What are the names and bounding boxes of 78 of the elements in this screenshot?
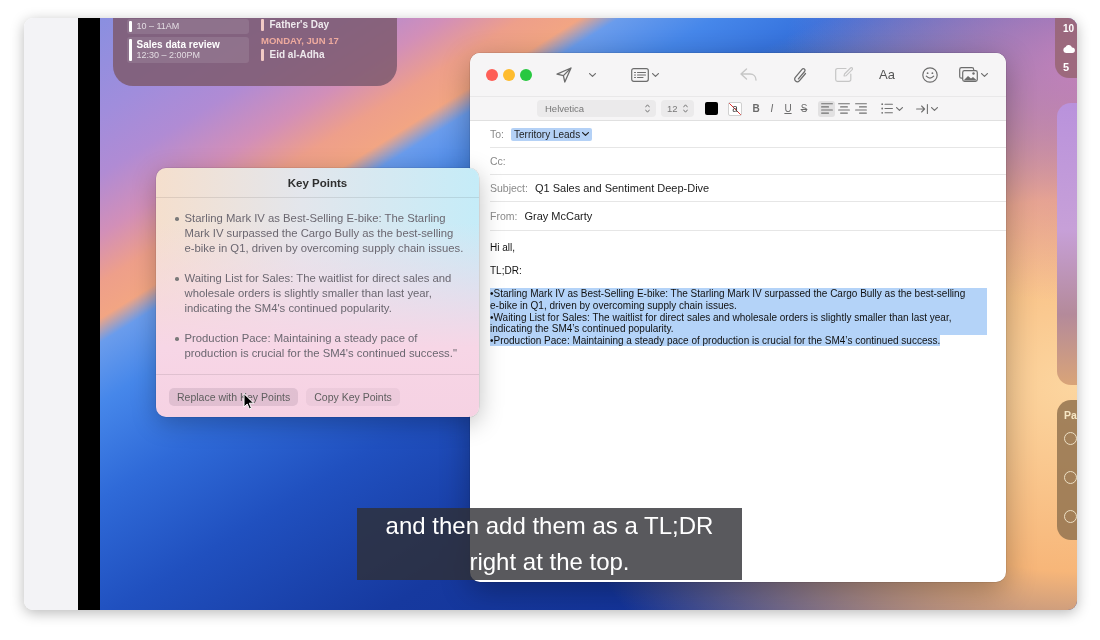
chevron-down-icon (652, 72, 659, 77)
photo-browser-button[interactable] (958, 67, 988, 82)
holiday-title: Father's Day (269, 19, 330, 31)
italic-button[interactable]: I (767, 101, 777, 116)
bold-button[interactable]: B (751, 101, 761, 116)
paper-plane-icon (556, 66, 572, 83)
event-time: 10 – 11AM (136, 21, 180, 32)
close-button[interactable] (486, 68, 498, 81)
holiday-title: Eid al-Adha (269, 49, 325, 61)
reply-arrow-icon (740, 68, 757, 81)
date-heading: MONDAY, JUN 17 (261, 35, 339, 46)
indent-arrow-icon (916, 103, 928, 114)
key-point-text: Production Pace: Maintaining a steady pace of production is crucial for the SM4's continued success." (184, 331, 458, 361)
event-title: Sales data review (136, 39, 220, 50)
body-paragraph: •Waiting List for Sales: The waitlist for direct sales and wholesale orders is slightly smaller than last year, indicating the SM4’s continued popularity. (490, 311, 987, 335)
bullet-icon (175, 337, 179, 341)
font-select[interactable]: Helvetica (537, 100, 656, 117)
align-left-icon (820, 103, 833, 114)
chevron-down-icon (931, 106, 938, 111)
chevron-down-icon (589, 72, 596, 77)
event-marker-icon (261, 49, 264, 61)
bulleted-list-icon (881, 103, 893, 114)
bullet-icon (175, 217, 179, 221)
paperclip-icon (793, 65, 807, 84)
body-paragraph: Hi all, (490, 242, 515, 253)
send-options-button[interactable] (589, 72, 596, 77)
event-time: 12:30 – 2:00PM (136, 50, 201, 61)
cloud-icon (1063, 45, 1075, 53)
list-style-button[interactable] (881, 103, 903, 114)
event-marker-icon (129, 39, 132, 61)
key-point-text: Starling Mark IV as Best-Selling E-bike: The Starling Mark IV surpassed the Cargo Bully as the best-selling e-bike in Q1, driven by overcoming supply chain issues. (184, 211, 465, 256)
send-button[interactable] (556, 66, 572, 83)
align-right-button[interactable] (852, 100, 869, 117)
body-paragraph: TL;DR: (490, 265, 522, 277)
align-left-button[interactable] (818, 100, 835, 117)
body-paragraph: •Production Pace: Maintaining a steady pace of production is crucial for the SM4’s continued success. (490, 334, 941, 346)
strikethrough-button[interactable]: S (799, 101, 809, 116)
event-marker-icon (261, 19, 264, 31)
widget-title: Pa (1064, 408, 1077, 422)
font-size-select[interactable]: 12 (661, 100, 694, 117)
field-label: From: (490, 209, 518, 223)
field-label: Cc: (490, 154, 506, 168)
card-lines-icon (631, 67, 649, 82)
emoji-button[interactable] (921, 66, 938, 83)
minimize-button[interactable] (503, 68, 515, 81)
video-caption: and then add them as a TL;DR right at the top. (357, 508, 742, 580)
stepper-arrows-icon (645, 104, 650, 113)
field-label: To: (490, 127, 504, 141)
pen-on-square-icon (835, 67, 853, 82)
stepper-arrows-icon (683, 104, 688, 113)
popover-title: Key Points (287, 175, 348, 190)
chevron-down-icon (896, 106, 903, 111)
event-marker-icon (129, 21, 132, 32)
attach-button[interactable] (793, 65, 807, 84)
copy-key-points-button[interactable]: Copy Key Points (306, 388, 400, 406)
fonts-button[interactable]: Aa (879, 66, 895, 83)
chevron-down-icon (582, 132, 590, 136)
align-right-icon (854, 103, 867, 114)
color-swatch-icon[interactable] (705, 102, 718, 115)
header-fields-button[interactable] (631, 67, 659, 82)
underline-button[interactable]: U (783, 101, 793, 116)
zoom-button[interactable] (520, 68, 532, 81)
from-field[interactable]: Gray McCarty (524, 202, 1006, 230)
align-center-button[interactable] (835, 100, 852, 117)
chevron-down-icon (980, 72, 988, 77)
align-center-icon (837, 103, 850, 114)
key-point-text: Waiting List for Sales: The waitlist for direct sales and wholesale orders is slightly smaller than last year, indicating the SM4's continued popularity. (184, 271, 453, 316)
widget-text: 10 (1063, 23, 1075, 35)
body-paragraph: •Starling Mark IV as Best-Selling E-bike: The Starling Mark IV surpassed the Cargo Bully as the best-selling e-bike in Q1, driven by overcoming supply chain issues. (490, 288, 987, 312)
indent-button[interactable] (916, 103, 938, 114)
recipient-token[interactable]: Territory Leads (511, 127, 593, 141)
stacked-pictures-icon (958, 67, 978, 82)
subject-field[interactable]: Q1 Sales and Sentiment Deep-Dive (534, 175, 1006, 201)
widget-text: 5 (1063, 61, 1070, 74)
field-label: Subject: (490, 181, 528, 195)
bullet-icon (175, 277, 179, 281)
to-field[interactable]: Territory Leads (511, 121, 1006, 147)
smiley-icon (921, 66, 938, 83)
